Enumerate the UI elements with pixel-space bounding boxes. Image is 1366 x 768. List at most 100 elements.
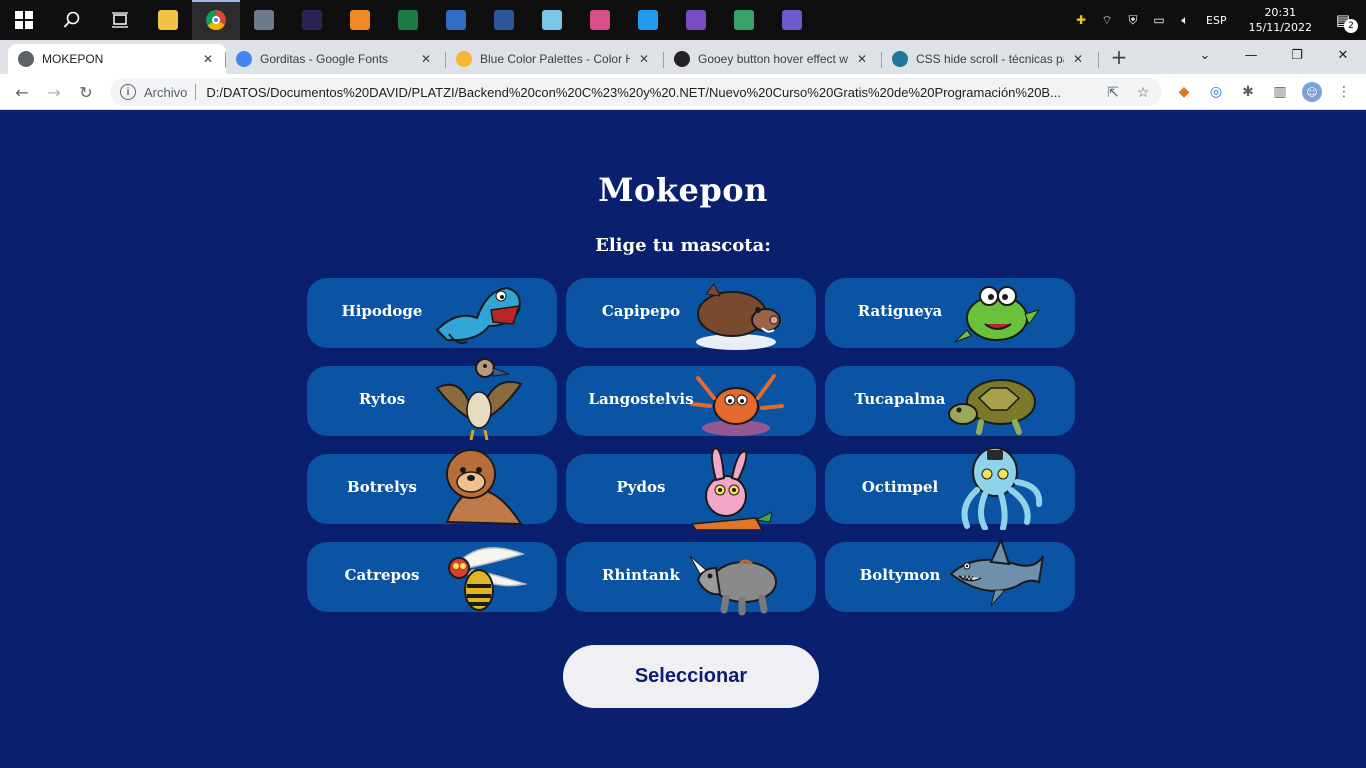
taskbar-app-app-tool[interactable] <box>720 0 768 40</box>
pet-name: Capipepo <box>601 302 681 320</box>
system-tray: ✚ ⌔ ⛨ ▭ 🔈︎ ESP 20:31 15/11/2022 ▤ 2 <box>1068 0 1366 40</box>
pet-card-tucapalma[interactable]: Tucapalma <box>825 366 1075 436</box>
pet-name: Pydos <box>616 478 666 496</box>
pet-card-boltymon[interactable]: Boltymon <box>825 537 1075 612</box>
pet-card-catrepos[interactable]: Catrepos <box>307 542 557 612</box>
pet-card-hipodoge[interactable]: Hipodoge <box>307 278 557 348</box>
taskbar-app-chrome[interactable] <box>192 0 240 40</box>
close-tab-icon[interactable]: ✕ <box>200 51 216 67</box>
pet-name: Botrelys <box>347 478 417 496</box>
security-icon[interactable]: ⛨ <box>1125 12 1141 28</box>
battery-icon[interactable]: ▭ <box>1151 12 1167 28</box>
profile-avatar[interactable]: ☺ <box>1302 82 1322 102</box>
minimize-button[interactable]: — <box>1228 40 1274 70</box>
arrow-left-icon: ← <box>15 82 29 102</box>
back-button[interactable]: ← <box>10 80 34 104</box>
taskbar-app-app-infinity[interactable] <box>768 0 816 40</box>
metamask-extension-icon[interactable]: ◆ <box>1174 82 1194 102</box>
tab-separator <box>225 52 226 68</box>
close-tab-icon[interactable]: ✕ <box>418 51 434 67</box>
info-icon[interactable]: i <box>120 84 136 100</box>
task-view-button[interactable] <box>96 0 144 40</box>
browser-tab[interactable]: Gooey button hover effect w ✕ <box>664 44 880 74</box>
taskbar-app-file-explorer[interactable] <box>144 0 192 40</box>
select-pet-button[interactable]: Seleccionar <box>563 645 819 708</box>
pet-card-octimpel[interactable]: Octimpel <box>825 447 1075 531</box>
taskbar-app-word[interactable] <box>480 0 528 40</box>
close-window-button[interactable]: ✕ <box>1320 40 1366 70</box>
address-bar[interactable]: i Archivo D:/DATOS/Documentos%20DAVID/PL… <box>110 78 1162 106</box>
taskbar-app-remote[interactable] <box>432 0 480 40</box>
pet-card-rytos[interactable]: Rytos <box>307 358 557 441</box>
address-url[interactable]: D:/DATOS/Documentos%20DAVID/PLATZI/Backe… <box>206 85 1092 100</box>
shield-status-icon[interactable]: ✚ <box>1073 12 1089 28</box>
tab-title: Gorditas - Google Fonts <box>260 52 389 66</box>
pet-select-subtitle: Elige tu mascota: <box>595 235 771 256</box>
taskbar-app-app-eclipse[interactable] <box>288 0 336 40</box>
side-panel-icon[interactable]: ▥ <box>1270 82 1290 102</box>
taskbar-app-app-games[interactable] <box>576 0 624 40</box>
close-tab-icon[interactable]: ✕ <box>636 51 652 67</box>
pet-card-langostelvis[interactable]: Langostelvis <box>566 366 816 436</box>
pet-card-capipepo[interactable]: Capipepo <box>566 278 816 350</box>
taskbar-app-vscode[interactable] <box>624 0 672 40</box>
tab-title: MOKEPON <box>42 52 104 66</box>
close-tab-icon[interactable]: ✕ <box>854 51 870 67</box>
pet-name: Ratigueya <box>857 302 943 320</box>
bookmark-star-icon[interactable]: ☆ <box>1134 83 1152 101</box>
volume-icon[interactable]: 🔈︎ <box>1177 12 1193 28</box>
pet-name: Catrepos <box>344 566 420 584</box>
pet-card-ratigueya[interactable]: Ratigueya <box>825 278 1075 348</box>
taskbar-app-sublime[interactable] <box>336 0 384 40</box>
new-tab-button[interactable]: + <box>1108 45 1130 69</box>
restore-icon: ❐ <box>1291 47 1303 63</box>
o-extension-icon[interactable]: ◎ <box>1206 82 1226 102</box>
pet-name: Langostelvis <box>588 390 694 408</box>
network-icon[interactable]: ⌔ <box>1099 12 1115 28</box>
tab-search-button[interactable]: ⌄ <box>1182 40 1228 70</box>
pet-card-botrelys[interactable]: Botrelys <box>307 449 557 526</box>
crystal-icon <box>542 10 562 30</box>
forward-button[interactable]: → <box>42 80 66 104</box>
chrome-icon <box>206 10 226 30</box>
start-button[interactable] <box>0 0 48 40</box>
tab-separator <box>1098 52 1099 68</box>
menu-kebab-icon[interactable]: ⋮ <box>1334 82 1354 102</box>
reload-button[interactable]: ↻ <box>74 80 98 104</box>
share-icon[interactable]: ⇱ <box>1104 83 1122 101</box>
browser-tab-strip: MOKEPON ✕ Gorditas - Google Fonts ✕ Blue Col… <box>0 40 1366 74</box>
search-button[interactable] <box>48 0 96 40</box>
taskbar-app-app-crystal[interactable] <box>528 0 576 40</box>
minimize-icon: — <box>1244 47 1258 63</box>
notification-center-button[interactable]: ▤ 2 <box>1328 11 1358 33</box>
taskbar-app-app-settings[interactable] <box>240 0 288 40</box>
excel-icon <box>398 10 418 30</box>
pet-card-pydos[interactable]: Pydos <box>566 446 816 531</box>
system-clock[interactable]: 20:31 15/11/2022 <box>1249 5 1312 35</box>
browser-tab[interactable]: Gorditas - Google Fonts ✕ <box>226 44 444 74</box>
tab-separator <box>445 52 446 68</box>
games-icon <box>590 10 610 30</box>
task-view-icon <box>112 12 128 28</box>
chevron-down-icon: ⌄ <box>1199 47 1211 63</box>
windows-taskbar: ✚ ⌔ ⛨ ▭ 🔈︎ ESP 20:31 15/11/2022 ▤ 2 <box>0 0 1366 40</box>
tab-title: Gooey button hover effect w <box>698 52 848 66</box>
notification-count: 2 <box>1344 19 1358 33</box>
google-fonts-icon <box>236 51 252 67</box>
browser-tab[interactable]: CSS hide scroll - técnicas par ✕ <box>882 44 1096 74</box>
taskbar-app-excel[interactable] <box>384 0 432 40</box>
browser-tab[interactable]: MOKEPON ✕ <box>8 44 226 74</box>
tab-separator <box>663 52 664 68</box>
extensions-puzzle-icon[interactable]: ✱ <box>1238 82 1258 102</box>
pet-name: Tucapalma <box>854 390 946 408</box>
vscode-icon <box>638 10 658 30</box>
language-indicator[interactable]: ESP <box>1206 14 1227 27</box>
pet-card-rhintank[interactable]: Rhintank <box>566 542 816 616</box>
close-tab-icon[interactable]: ✕ <box>1070 51 1086 67</box>
browser-tab[interactable]: Blue Color Palettes - Color Hu ✕ <box>446 44 662 74</box>
tab-title: CSS hide scroll - técnicas par <box>916 52 1064 66</box>
codepen-icon <box>674 51 690 67</box>
restore-button[interactable]: ❐ <box>1274 40 1320 70</box>
address-scheme: Archivo <box>144 84 188 100</box>
taskbar-app-visual-studio[interactable] <box>672 0 720 40</box>
